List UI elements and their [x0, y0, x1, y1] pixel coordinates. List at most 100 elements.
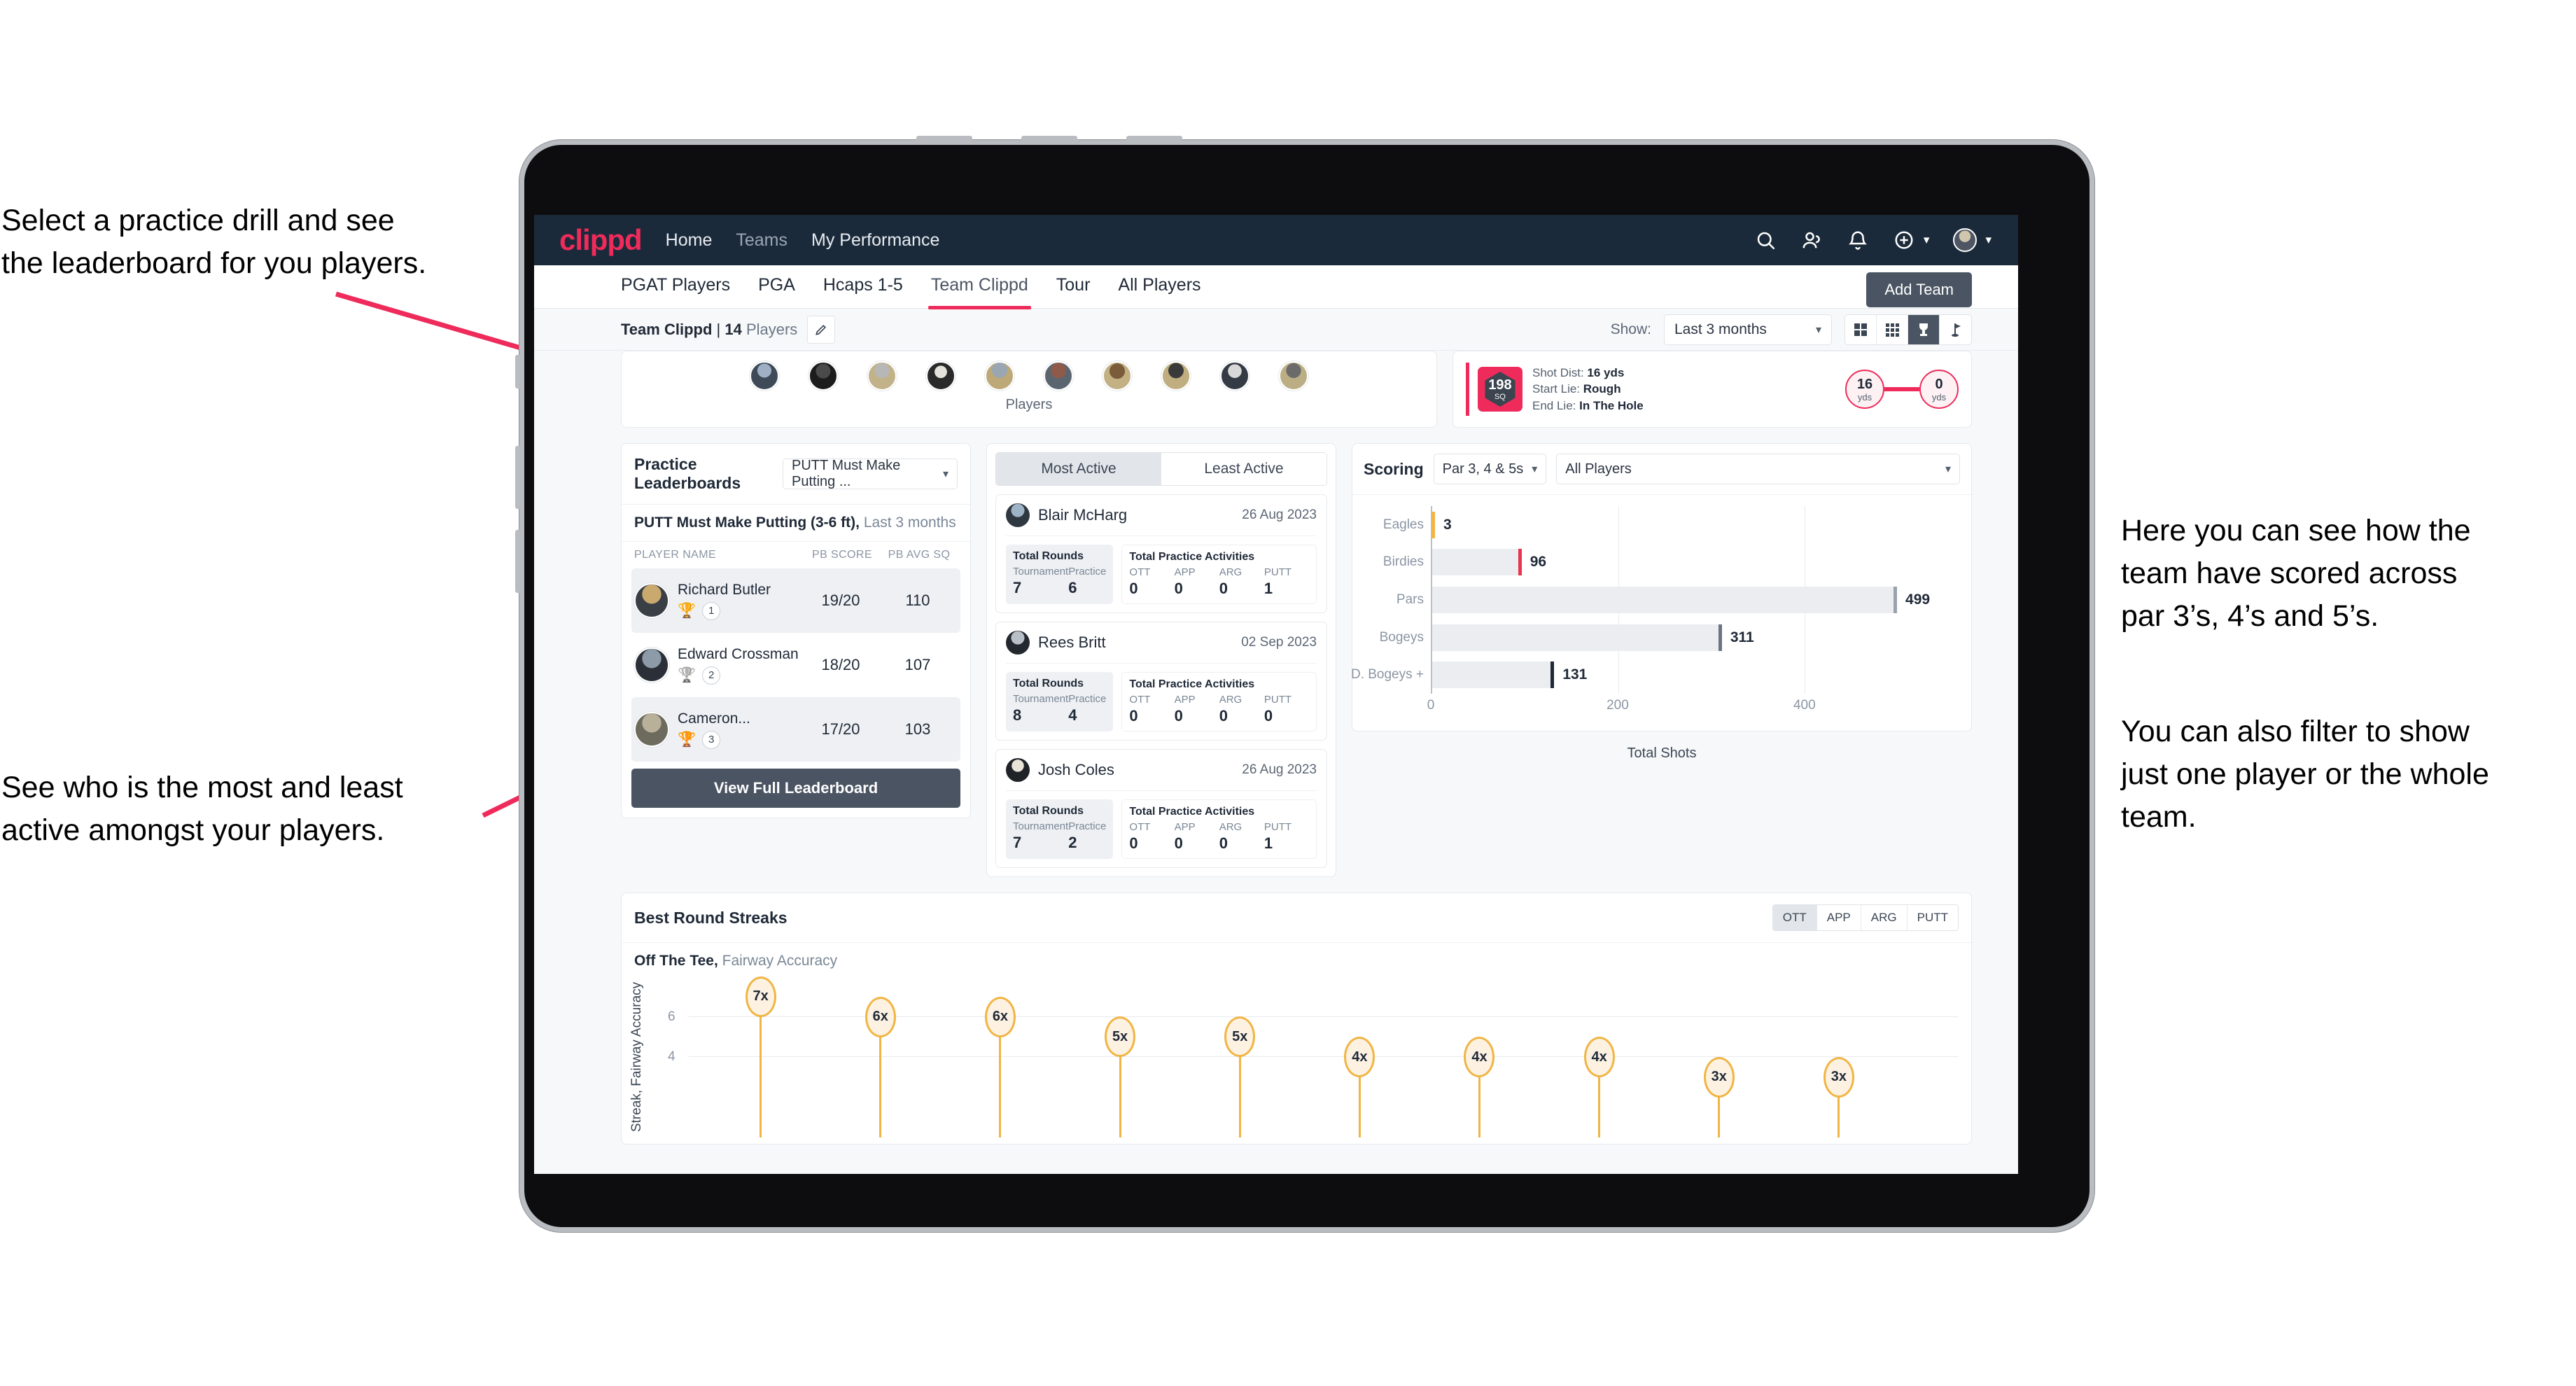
best-round-streaks-card: Best Round Streaks OTT APP ARG PUTT Off … — [621, 892, 1972, 1144]
player-stats: Total Rounds Tournament 8 Practice 4 Total… — [1006, 663, 1317, 732]
grid-large-icon[interactable] — [1845, 314, 1877, 344]
clippd-logo[interactable]: clippd — [559, 223, 643, 257]
practice-activities-block: Total Practice Activities OTT 0 APP 0 ARG 0… — [1121, 799, 1317, 859]
par-select[interactable]: Par 3, 4 & 5s ▾ — [1433, 454, 1547, 484]
page-root: Select a practice drill and see the lead… — [0, 0, 2576, 1386]
bar-category-label: Bogeys — [1379, 629, 1424, 645]
avatar-chevron-down-icon[interactable]: ▾ — [1985, 233, 1991, 247]
chart-bar-row: Bogeys 311 — [1380, 624, 1917, 651]
team-player-count: 14 — [724, 320, 742, 338]
tab-least-active[interactable]: Least Active — [1161, 453, 1326, 485]
show-label: Show: — [1610, 321, 1651, 337]
rounds-values: Tournament 8 Practice 4 — [1013, 693, 1106, 724]
tab-pgat-players[interactable]: PGAT Players — [621, 275, 730, 298]
tab-most-active[interactable]: Most Active — [996, 453, 1161, 485]
streak-marker[interactable]: 5x — [1224, 1016, 1256, 1058]
list-item[interactable]: Rees Britt 02 Sep 2023 Total Rounds Tour… — [995, 622, 1327, 741]
avatar[interactable] — [1102, 361, 1132, 391]
annotation-top-left: Select a practice drill and see the lead… — [1, 204, 427, 281]
date-range-select[interactable]: Last 3 months ▾ — [1664, 314, 1832, 345]
avatar[interactable] — [985, 361, 1014, 391]
streak-marker[interactable]: 6x — [864, 996, 896, 1037]
tab-pga[interactable]: PGA — [758, 275, 795, 298]
avatar[interactable] — [867, 361, 897, 391]
avatar[interactable] — [1044, 361, 1073, 391]
streak-marker[interactable]: 3x — [1703, 1056, 1735, 1098]
segment-putt[interactable]: PUTT — [1907, 905, 1958, 930]
avatar[interactable] — [1953, 228, 1977, 252]
list-item[interactable]: Blair McHarg 26 Aug 2023 Total Rounds To… — [995, 494, 1327, 613]
chart-bar-row: D. Bogeys + 131 — [1351, 662, 1917, 689]
practice-title: Total Practice Activities — [1129, 806, 1255, 818]
table-row[interactable]: Cameron... 🏆 3 17/20 103 — [631, 697, 960, 762]
segment-app[interactable]: APP — [1816, 905, 1861, 930]
rounds-tournament: Tournament 7 — [1013, 820, 1069, 851]
plus-circle-icon[interactable] — [1893, 229, 1915, 251]
table-row[interactable]: Edward Crossman 🏆 2 18/20 107 — [631, 633, 960, 697]
activity-tabs: Most Active Least Active — [995, 452, 1327, 486]
chart-bar: 3 — [1431, 511, 1452, 538]
streak-marker[interactable]: 3x — [1823, 1056, 1854, 1098]
plus-chevron-down-icon[interactable]: ▾ — [1924, 233, 1930, 247]
trophy-icon[interactable] — [1908, 314, 1940, 344]
view-full-leaderboard-button[interactable]: View Full Leaderboard — [631, 769, 960, 808]
view-toggle-group — [1844, 314, 1972, 345]
rounds-values: Tournament 7 Practice 6 — [1013, 566, 1106, 597]
shot-quality-badge: 198 SQ — [1478, 367, 1522, 412]
streak-marker[interactable]: 6x — [984, 996, 1016, 1037]
flag-icon[interactable] — [1940, 315, 1971, 344]
player-filter-select[interactable]: All Players ▾ — [1556, 454, 1960, 484]
chevron-down-icon: ▾ — [1815, 323, 1821, 336]
avatar[interactable] — [1279, 361, 1308, 391]
bar-cap — [1550, 662, 1555, 689]
total-rounds-title: Total Rounds — [1013, 805, 1084, 817]
pb-score-value: 19/20 — [821, 592, 860, 609]
streak-marker[interactable]: 4x — [1344, 1037, 1376, 1077]
par-select-value: Par 3, 4 & 5s — [1442, 461, 1524, 477]
rank-badge: 🏆 1 — [678, 601, 802, 620]
bar-cap — [1431, 511, 1435, 538]
streak-marker[interactable]: 5x — [1105, 1016, 1136, 1058]
table-row[interactable]: Richard Butler 🏆 1 19/20 110 — [631, 568, 960, 633]
annotation-right-scoring: Here you can see how the team have score… — [2121, 514, 2471, 634]
streak-marker[interactable]: 7x — [745, 976, 776, 1017]
bar-value-label: 131 — [1562, 666, 1588, 683]
people-icon[interactable] — [1800, 229, 1823, 251]
avatar — [636, 713, 668, 746]
add-team-button[interactable]: Add Team — [1866, 272, 1972, 307]
bell-icon[interactable] — [1847, 229, 1869, 251]
tab-hcaps-1-5[interactable]: Hcaps 1-5 — [823, 275, 903, 298]
rank-badge: 🏆 3 — [678, 730, 802, 749]
list-item[interactable]: Josh Coles 26 Aug 2023 Total Rounds Tour… — [995, 749, 1327, 868]
rounds-values: Tournament 7 Practice 2 — [1013, 820, 1106, 852]
edit-team-button[interactable] — [807, 315, 836, 344]
tab-all-players[interactable]: All Players — [1118, 275, 1200, 298]
grid-small-icon[interactable] — [1877, 314, 1908, 344]
avatar[interactable] — [808, 361, 838, 391]
rank-number: 1 — [702, 601, 721, 620]
chart-bar-row: Birdies 96 — [1383, 549, 1917, 576]
search-icon[interactable] — [1754, 229, 1777, 251]
nav-link-teams[interactable]: Teams — [736, 230, 788, 251]
pb-avg-sq-value: 110 — [905, 592, 930, 609]
activity-card: Most Active Least Active Blair McHarg 26… — [986, 443, 1336, 877]
avatar[interactable] — [750, 361, 779, 391]
drill-select[interactable]: PUTT Must Make Putting ... ▾ — [783, 458, 958, 489]
nav-link-my-performance[interactable]: My Performance — [811, 230, 939, 251]
avatar[interactable] — [926, 361, 955, 391]
avatar[interactable] — [1220, 361, 1250, 391]
streak-marker[interactable]: 4x — [1464, 1037, 1495, 1077]
practice-arg: ARG 0 — [1219, 821, 1242, 852]
nav-link-home[interactable]: Home — [666, 230, 713, 251]
streak-marker[interactable]: 4x — [1583, 1037, 1615, 1077]
rounds-tournament: Tournament 8 — [1013, 693, 1069, 724]
tab-tour[interactable]: Tour — [1056, 275, 1091, 298]
shot-detail-lines: Shot Dist: 16 yds Start Lie: Rough End L… — [1532, 365, 1644, 414]
bar-value-label: 499 — [1905, 592, 1931, 608]
segment-ott[interactable]: OTT — [1772, 905, 1817, 930]
date-range-value: Last 3 months — [1674, 321, 1767, 337]
avatar[interactable] — [1161, 361, 1191, 391]
segment-arg[interactable]: ARG — [1861, 905, 1907, 930]
practice-arg: ARG 0 — [1219, 566, 1242, 597]
tab-team-clippd[interactable]: Team Clippd — [927, 275, 1031, 309]
